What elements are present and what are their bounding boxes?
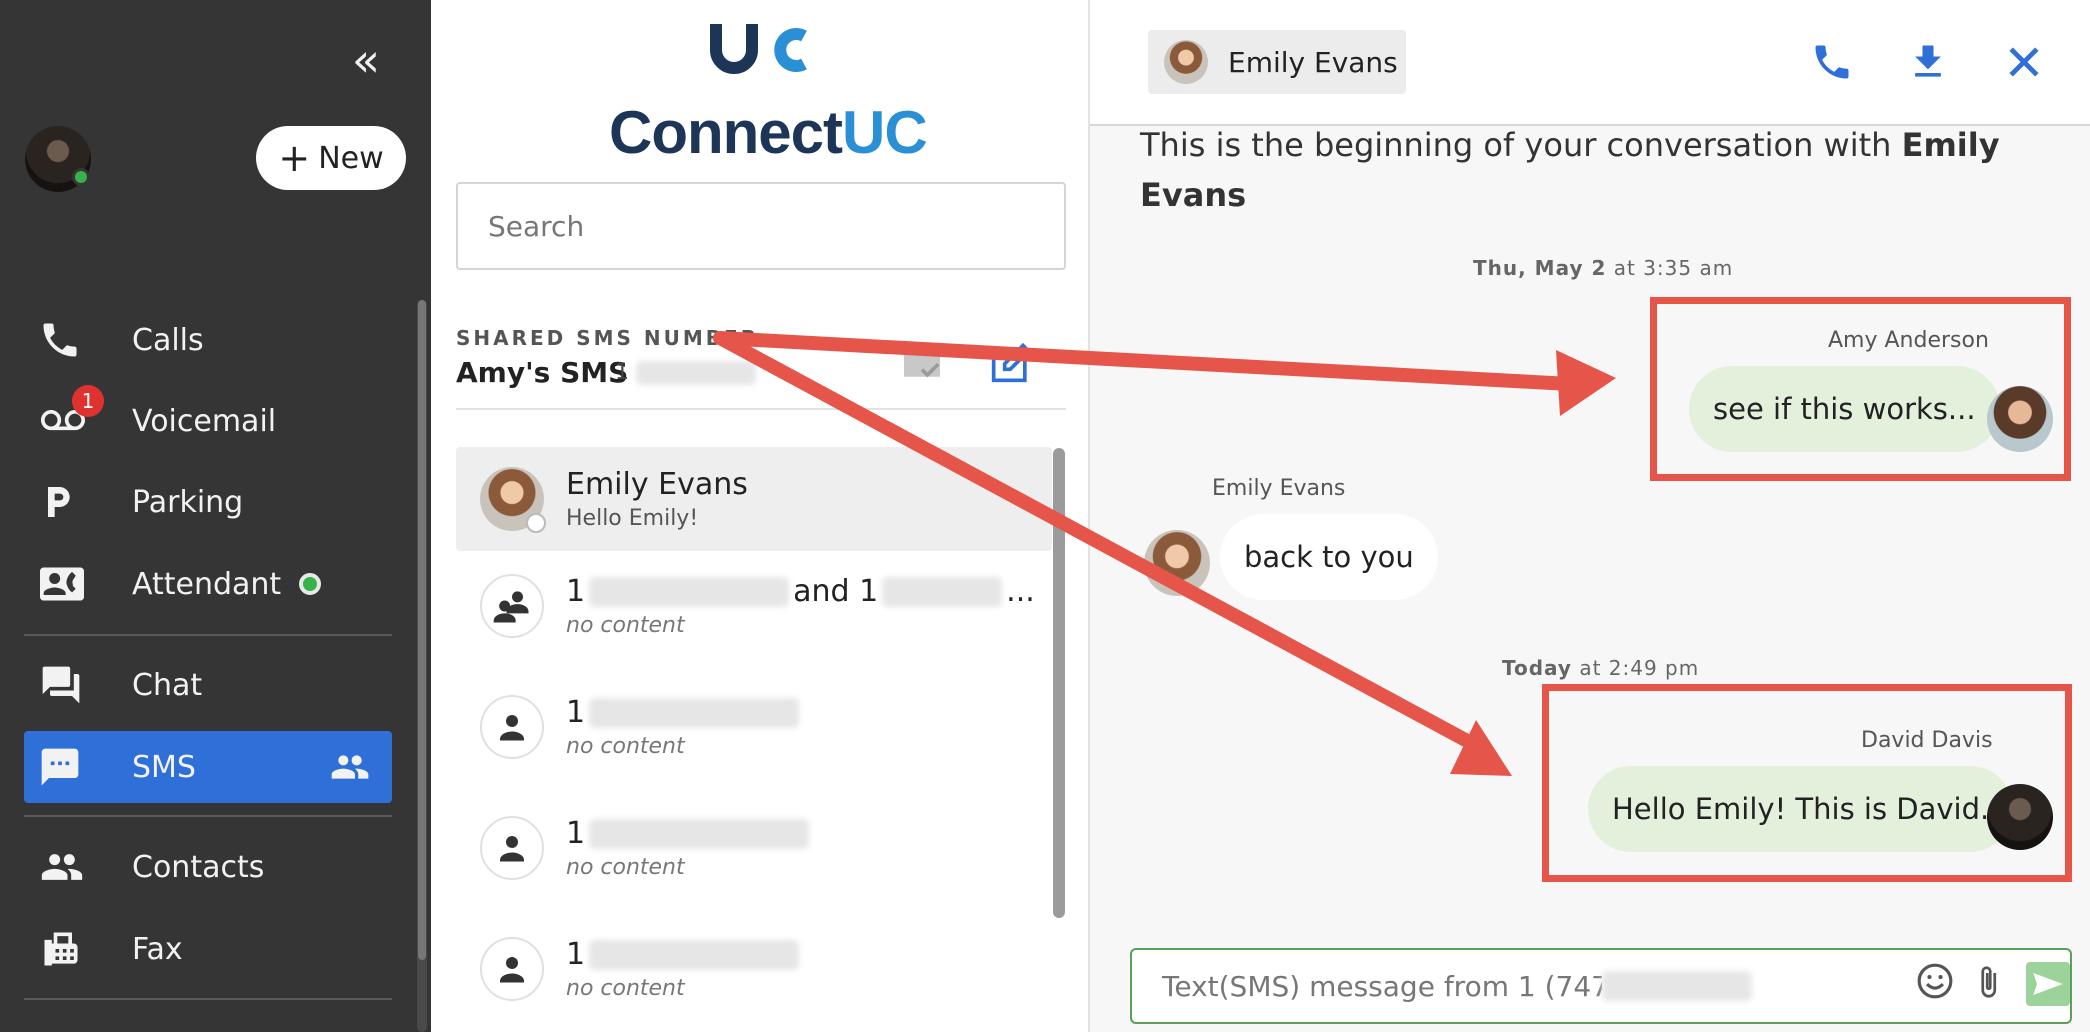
person-avatar-icon <box>480 816 544 880</box>
message-timestamp: Today at 2:49 pm <box>1502 656 1700 680</box>
nav-divider <box>24 815 392 817</box>
compose-message-icon[interactable] <box>990 340 1034 384</box>
attendant-icon <box>38 560 100 608</box>
offline-status-indicator <box>526 513 546 533</box>
conversation-title: 1 and 1 ... <box>566 574 1035 609</box>
nav-label-contacts: Contacts <box>132 849 265 885</box>
conversation-preview: Hello Emily! <box>566 506 699 531</box>
message-bubble-incoming: back to you <box>1220 514 1438 600</box>
conversation-preview: no content <box>566 976 685 1001</box>
sidebar-scrollbar-thumb[interactable] <box>418 300 426 960</box>
contact-chip-name: Emily Evans <box>1228 45 1398 79</box>
new-button-label: New <box>318 140 384 176</box>
sms-icon <box>38 743 100 791</box>
conversation-preview: no content <box>566 613 685 638</box>
nav-divider <box>24 998 392 1000</box>
nav-item-attendant[interactable]: Attendant <box>24 548 392 620</box>
contact-avatar <box>480 467 546 533</box>
archive-icon[interactable] <box>900 348 944 384</box>
call-icon[interactable] <box>1810 40 1854 84</box>
nav-item-parking[interactable]: Parking <box>24 466 392 538</box>
person-avatar-icon <box>480 695 544 759</box>
contact-avatar <box>1164 40 1208 84</box>
annotation-highlight-box <box>1542 684 2072 882</box>
parking-icon <box>38 478 100 526</box>
connectuc-logo-mark <box>710 18 810 82</box>
conversation-item[interactable]: 1 no content <box>456 796 1052 900</box>
message-timestamp: Thu, May 2 at 3:35 am <box>1473 256 1734 280</box>
send-button[interactable] <box>2026 962 2070 1006</box>
nav-item-fax[interactable]: Fax <box>24 913 392 985</box>
annotation-highlight-box <box>1650 297 2071 481</box>
nav-item-sms[interactable]: SMS <box>24 731 392 803</box>
new-button[interactable]: + New <box>256 126 406 190</box>
nav-item-calls[interactable]: Calls <box>24 304 392 376</box>
close-icon[interactable] <box>2002 40 2046 84</box>
redacted-number <box>589 697 800 728</box>
download-icon[interactable] <box>1906 40 1950 84</box>
group-avatar-icon <box>480 574 544 638</box>
voicemail-count-badge: 1 <box>72 385 104 417</box>
shared-group-icon[interactable] <box>326 747 374 787</box>
redacted-number <box>589 576 790 607</box>
conversation-preview: no content <box>566 855 685 880</box>
shared-sms-name: Amy's SMS <box>456 356 629 389</box>
nav-label-parking: Parking <box>132 484 244 520</box>
nav-label-fax: Fax <box>132 931 183 967</box>
nav-item-contacts[interactable]: Contacts <box>24 831 392 903</box>
collapse-sidebar-icon[interactable]: « <box>343 37 389 83</box>
message-sender: Emily Evans <box>1212 476 1346 501</box>
emoji-icon[interactable] <box>1916 962 1954 1000</box>
person-avatar-icon <box>480 937 544 1001</box>
nav-label-voicemail: Voicemail <box>132 403 277 439</box>
attachment-icon[interactable] <box>1970 962 2006 1002</box>
plus-icon: + <box>278 136 311 180</box>
chat-icon <box>38 661 100 709</box>
conversation-title: 1 <box>566 816 810 851</box>
nav-label-attendant: Attendant <box>132 566 282 602</box>
online-status-indicator <box>72 168 90 186</box>
nav-item-chat[interactable]: Chat <box>24 649 392 721</box>
redacted-number <box>636 361 756 385</box>
conversation-item[interactable]: 1 no content <box>456 917 1052 1021</box>
phone-icon <box>38 316 100 364</box>
conversation-title: 1 <box>566 937 800 972</box>
conversation-preview: no content <box>566 734 685 759</box>
conversation-item[interactable]: 1 and 1 ... no content <box>456 554 1052 658</box>
contact-chip[interactable]: Emily Evans <box>1148 30 1406 94</box>
shared-sms-number: 1 <box>615 360 756 385</box>
conversation-title: 1 <box>566 695 800 730</box>
connectuc-logo-wordmark: ConnectUC <box>609 99 928 166</box>
nav-label-chat: Chat <box>132 667 203 703</box>
shared-sms-number-label: SHARED SMS NUMBER <box>456 326 760 350</box>
search-input[interactable] <box>456 182 1066 270</box>
contacts-icon <box>38 843 100 891</box>
send-icon <box>2033 973 2063 995</box>
conversation-item[interactable]: 1 no content <box>456 675 1052 779</box>
conversation-list-scrollbar[interactable] <box>1053 448 1065 918</box>
redacted-number <box>882 576 1003 607</box>
list-divider <box>456 408 1066 410</box>
message-input[interactable] <box>1162 969 1602 1003</box>
sender-avatar <box>1144 530 1210 596</box>
fax-icon <box>38 925 100 973</box>
nav-label-sms: SMS <box>132 749 196 785</box>
nav-label-calls: Calls <box>132 322 204 358</box>
conversation-start-notice: This is the beginning of your conversati… <box>1140 126 2000 214</box>
redacted-number <box>1602 971 1752 1001</box>
conversation-item[interactable]: Emily Evans Hello Emily! <box>456 447 1052 551</box>
redacted-number <box>589 818 810 849</box>
attendant-status-indicator <box>299 573 322 595</box>
nav-divider <box>24 634 392 636</box>
conversation-title: Emily Evans <box>566 467 748 502</box>
redacted-number <box>589 939 800 970</box>
